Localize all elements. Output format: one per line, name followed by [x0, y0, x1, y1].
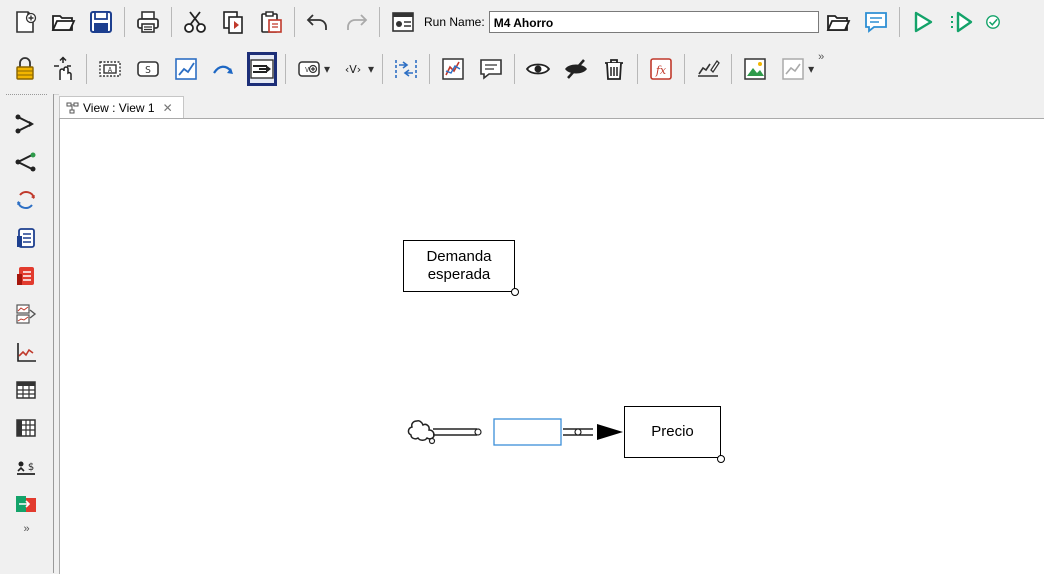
save-icon[interactable] [86, 5, 116, 39]
sidebar-grip [6, 94, 47, 103]
toolbar-overflow-icon[interactable]: » [818, 51, 824, 63]
image-icon[interactable] [740, 52, 770, 86]
variable-precio[interactable]: Precio [624, 406, 721, 458]
run-name-input[interactable]: M4 Ahorro [488, 11, 819, 33]
run-comment-icon[interactable] [861, 5, 891, 39]
runs-compare-icon[interactable]: $ [6, 449, 46, 483]
source-cloud-icon[interactable] [407, 420, 436, 445]
toolbar-separator [171, 7, 172, 37]
view-icon [66, 102, 79, 114]
run-settings-icon[interactable] [388, 5, 418, 39]
sketch-icon[interactable] [693, 52, 723, 86]
box-variable-icon[interactable]: A [95, 52, 125, 86]
comment-icon[interactable] [476, 52, 506, 86]
flow-valve[interactable] [493, 418, 562, 446]
lock-icon[interactable] [10, 52, 40, 86]
rate-icon[interactable] [247, 52, 277, 86]
toolbar-separator [637, 54, 639, 84]
tab-label: View : View 1 [83, 101, 155, 115]
arrow-icon[interactable] [209, 52, 239, 86]
svg-text:$: $ [28, 462, 34, 473]
svg-text:fx: fx [655, 64, 667, 77]
toolbar-separator [285, 54, 286, 84]
uses-tree-icon[interactable] [6, 145, 46, 179]
toolbar-separator [294, 7, 295, 37]
toolbar-separator [379, 7, 380, 37]
loops-icon[interactable] [6, 183, 46, 217]
document-icon[interactable] [6, 221, 46, 255]
toolbar-separator [514, 54, 516, 84]
table-icon[interactable] [6, 373, 46, 407]
sketch-toolbar: A S V ▾ ‹V› ▾ fx ▾ » [0, 44, 1044, 95]
redo-icon[interactable] [341, 5, 371, 39]
paste-icon[interactable] [256, 5, 286, 39]
dropdown-arrow-icon[interactable]: ▾ [324, 62, 330, 76]
variable-demanda-esperada[interactable]: Demanda esperada [403, 240, 515, 292]
sketch-canvas[interactable]: Demanda esperada Precio [59, 118, 1044, 574]
document-all-icon[interactable] [6, 259, 46, 293]
open-icon[interactable] [48, 5, 78, 39]
dropdown-arrow-icon[interactable]: ▾ [808, 62, 814, 76]
toolbar-separator [124, 7, 125, 37]
merge-icon[interactable] [391, 52, 421, 86]
main-toolbar: Run Name: M4 Ahorro [0, 0, 1044, 44]
run-name-label: Run Name: [424, 15, 485, 29]
toolbar-separator [429, 54, 431, 84]
analysis-sidebar: $ » [0, 94, 54, 573]
print-icon[interactable] [133, 5, 163, 39]
variable-label-line1: Demanda [426, 248, 492, 265]
graph-icon[interactable] [6, 335, 46, 369]
open-run-icon[interactable] [823, 5, 853, 39]
sync-icon[interactable] [6, 487, 46, 521]
hide-icon[interactable] [561, 52, 591, 86]
stock-icon[interactable]: S [133, 52, 163, 86]
line-graph-icon[interactable] [171, 52, 201, 86]
function-icon[interactable]: fx [646, 52, 676, 86]
check-model-icon[interactable] [984, 5, 1002, 39]
shadow-variable-icon[interactable]: V [294, 52, 324, 86]
causes-tree-icon[interactable] [6, 107, 46, 141]
toolbar-separator [684, 54, 686, 84]
tab-close-icon[interactable]: ✕ [163, 101, 173, 115]
view-tab-bar: View : View 1 ✕ [59, 94, 1044, 119]
causes-strip-icon[interactable] [6, 297, 46, 331]
show-icon[interactable] [523, 52, 553, 86]
simulate-icon[interactable] [908, 5, 938, 39]
variable-handle[interactable] [717, 455, 725, 463]
new-model-icon[interactable] [10, 5, 40, 39]
toolbar-separator [731, 54, 733, 84]
copy-icon[interactable] [218, 5, 248, 39]
undo-icon[interactable] [303, 5, 333, 39]
dropdown-arrow-icon[interactable]: ▾ [368, 62, 374, 76]
variable-label-line1: Precio [651, 423, 694, 440]
toolbar-separator [382, 54, 384, 84]
variable-label-line2: esperada [427, 266, 491, 283]
move-icon[interactable] [48, 52, 78, 86]
tab-view-1[interactable]: View : View 1 ✕ [59, 96, 184, 119]
sidebar-overflow-icon[interactable]: » [0, 523, 53, 535]
svg-text:‹V›: ‹V› [345, 63, 361, 76]
angle-variable-icon[interactable]: ‹V› [338, 52, 368, 86]
table-time-down-icon[interactable] [6, 411, 46, 445]
cut-icon[interactable] [180, 5, 210, 39]
svg-text:S: S [145, 65, 151, 76]
graph-icon[interactable] [438, 52, 468, 86]
toolbar-separator [86, 54, 87, 84]
delete-icon[interactable] [599, 52, 629, 86]
synthesim-icon[interactable] [946, 5, 976, 39]
layout-icon[interactable] [778, 52, 808, 86]
variable-handle[interactable] [511, 288, 519, 296]
toolbar-separator [898, 7, 900, 37]
